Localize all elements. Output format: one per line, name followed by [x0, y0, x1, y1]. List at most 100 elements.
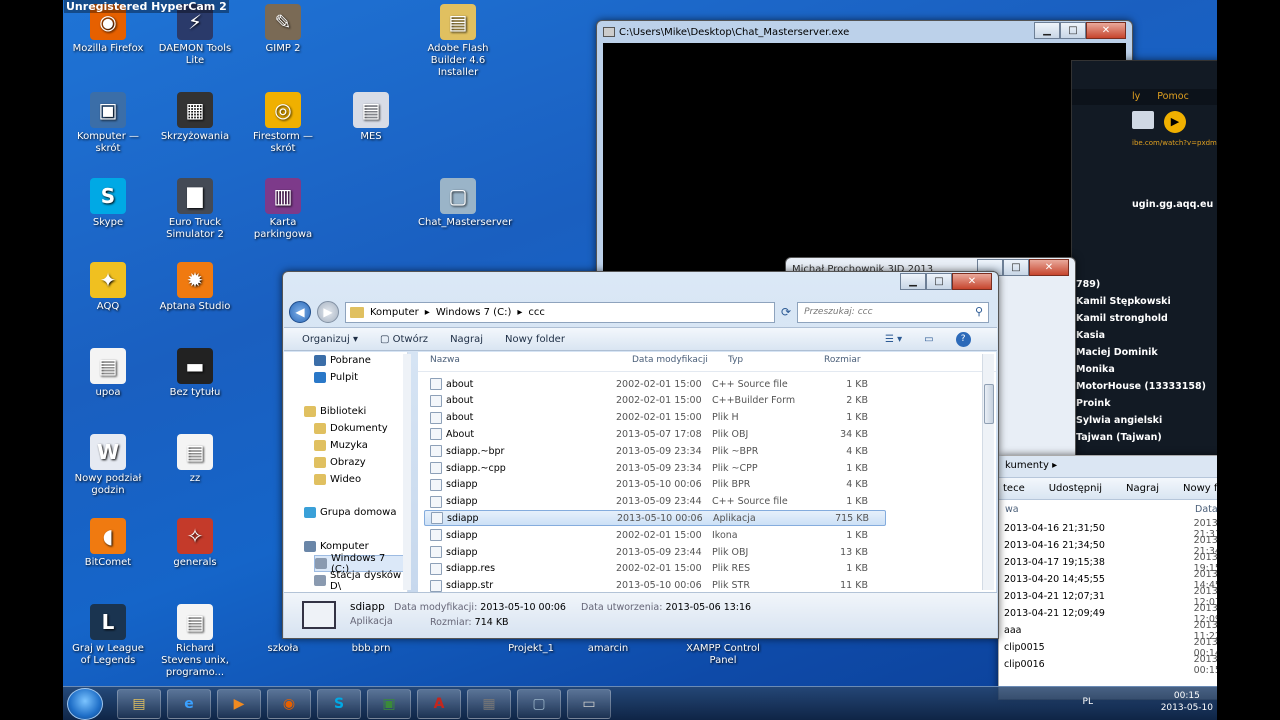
taskbar-app-firefox[interactable]: ◉: [267, 688, 311, 719]
breadcrumb-drive[interactable]: Windows 7 (C:): [436, 307, 512, 318]
contact-item[interactable]: Kamil Stępkowski: [1072, 293, 1217, 310]
messenger-window[interactable]: ly Pomoc ▶ ibe.com/watch?v=pxdmB9vUaAg u…: [1071, 60, 1217, 470]
desktop-icon[interactable]: ▣ Komputer — skrót: [68, 92, 148, 155]
desktop-icon[interactable]: S Skype: [68, 178, 148, 229]
contact-item[interactable]: Proink: [1072, 395, 1217, 412]
document-row[interactable]: clip0016 2013-05-10 00:15: [999, 654, 1217, 676]
taskbar-app-internet-explorer[interactable]: e: [167, 688, 211, 719]
desktop-icon[interactable]: ✦ AQQ: [68, 262, 148, 313]
explorer-window[interactable]: ▁ □ ✕ ◀ ▶ Komputer ▸ Windows 7 (C:) ▸ ccc …: [282, 271, 999, 639]
toolbar-library[interactable]: tece: [1003, 483, 1025, 499]
document-row[interactable]: aaa2013-02-24 11:22: [999, 620, 1217, 642]
file-row[interactable]: about 2002-02-01 15:00 C++Builder Form 2 KB: [424, 393, 886, 409]
clock-date[interactable]: 2013-05-10: [1161, 702, 1213, 714]
contact-item[interactable]: 789): [1072, 276, 1217, 293]
file-row[interactable]: about 2002-02-01 15:00 C++ Source file 1 KB: [424, 376, 886, 392]
taskbar-app-media-player[interactable]: ▶: [217, 688, 261, 719]
preview-pane-icon[interactable]: ▭: [924, 334, 933, 345]
nav-item[interactable]: Pobrane: [314, 352, 371, 369]
file-row[interactable]: sdiapp 2013-05-10 00:06 Aplikacja 715 KB: [424, 510, 886, 527]
desktop-icon[interactable]: ▦ Skrzyżowania: [155, 92, 235, 143]
contact-item[interactable]: Sylwia angielski: [1072, 412, 1217, 429]
document-row[interactable]: 2013-04-17 19;15;382013-04-17 19:15: [999, 552, 1217, 574]
desktop-icon[interactable]: ▤ upoa: [68, 348, 148, 399]
contact-item[interactable]: Maciej Dominik: [1072, 344, 1217, 361]
taskbar-app-explorer[interactable]: ▤: [117, 688, 161, 719]
document-row[interactable]: clip00152013-05-10 00:14: [999, 637, 1217, 659]
nav-item[interactable]: Obrazy: [314, 454, 366, 471]
contact-item[interactable]: Tajwan (Tajwan): [1072, 429, 1217, 446]
nav-item[interactable]: Dokumenty: [314, 420, 388, 437]
minimize-button[interactable]: ▁: [900, 273, 926, 290]
file-row[interactable]: sdiapp.res 2002-02-01 15:00 Plik RES 1 KB: [424, 561, 886, 577]
taskbar-app-console[interactable]: ▭: [567, 688, 611, 719]
console-output[interactable]: [603, 43, 1126, 285]
taskbar-app-chat-masterserver[interactable]: ▢: [517, 688, 561, 719]
document-row[interactable]: 2013-04-16 21;34;502013-04-16 21:34: [999, 535, 1217, 557]
file-row[interactable]: About 2013-05-07 17:08 Plik OBJ 34 KB: [424, 426, 886, 442]
contact-item[interactable]: Monika: [1072, 361, 1217, 378]
file-row[interactable]: sdiapp 2013-05-09 23:44 Plik OBJ 13 KB: [424, 544, 886, 560]
document-row[interactable]: 2013-04-21 12;07;312013-04-21 12:07: [999, 586, 1217, 608]
contact-item[interactable]: Kamil stronghold: [1072, 310, 1217, 327]
play-icon[interactable]: ▶: [1164, 111, 1186, 133]
mail-icon[interactable]: [1132, 111, 1154, 129]
desktop-icon[interactable]: ▬ Bez tytułu: [155, 348, 235, 399]
file-row[interactable]: sdiapp.~cpp 2013-05-09 23:34 Plik ~CPP 1 KB: [424, 460, 886, 476]
desktop-icon[interactable]: L Graj w League of Legends: [68, 604, 148, 667]
language-indicator[interactable]: PL: [1083, 696, 1093, 708]
search-input[interactable]: Przeszukaj: ccc ⚲: [797, 301, 990, 323]
col-name[interactable]: wa: [1005, 504, 1195, 520]
console-window[interactable]: C:\Users\Mike\Desktop\Chat_Masterserver.…: [596, 20, 1133, 290]
nav-item[interactable]: Wideo: [314, 471, 361, 488]
toolbar-burn[interactable]: Nagraj: [1126, 483, 1159, 499]
close-button[interactable]: ✕: [1086, 22, 1126, 39]
contact-item[interactable]: Kasia: [1072, 327, 1217, 344]
close-button[interactable]: ✕: [1029, 259, 1069, 276]
help-icon[interactable]: ?: [955, 331, 971, 347]
start-button[interactable]: [67, 687, 103, 720]
back-button[interactable]: ◀: [289, 301, 311, 323]
col-modified[interactable]: Data modyfikacji: [626, 352, 722, 371]
scroll-thumb[interactable]: [984, 384, 994, 424]
view-options-icon[interactable]: ☰ ▾: [885, 334, 902, 345]
breadcrumb-computer[interactable]: Komputer: [370, 307, 419, 318]
document-row[interactable]: 2013-04-21 12;09;492013-04-21 12:09: [999, 603, 1217, 625]
taskbar-app-app[interactable]: ▣: [367, 688, 411, 719]
desktop-icon[interactable]: ▤ Richard Stevens unix, programo...: [155, 604, 235, 679]
taskbar-app-app2[interactable]: ▦: [467, 688, 511, 719]
desktop-icon[interactable]: ▤ zz: [155, 434, 235, 485]
minimize-button[interactable]: ▁: [1034, 22, 1060, 39]
documents-addressbar[interactable]: kumenty ▸: [999, 456, 1217, 478]
nav-item[interactable]: Pulpit: [314, 369, 358, 386]
desktop-icon[interactable]: ◖ BitComet: [68, 518, 148, 569]
clock-time[interactable]: 00:15: [1161, 690, 1213, 702]
new-folder-button[interactable]: Nowy folder: [505, 334, 565, 345]
forward-button[interactable]: ▶: [317, 301, 339, 323]
file-row[interactable]: sdiapp.str 2013-05-10 00:06 Plik STR 11 KB: [424, 578, 886, 592]
desktop-icon[interactable]: ▢ Chat_Masterserver: [418, 178, 512, 229]
documents-explorer-window[interactable]: kumenty ▸ tece Udostępnij Nagraj Nowy fo…: [998, 455, 1217, 700]
nav-item[interactable]: Muzyka: [314, 437, 368, 454]
breadcrumb-documents[interactable]: kumenty: [1005, 460, 1049, 471]
toolbar-new-folder[interactable]: Nowy folder: [1183, 483, 1217, 499]
desktop-icon[interactable]: ✎ GIMP 2: [243, 4, 323, 55]
address-bar[interactable]: Komputer ▸ Windows 7 (C:) ▸ ccc: [345, 301, 775, 323]
menu-item-help[interactable]: Pomoc: [1157, 91, 1189, 102]
desktop-icon[interactable]: ▥ Karta parkingowa: [243, 178, 323, 241]
document-row[interactable]: 2013-04-16 21;31;502013-04-16 21:31: [999, 518, 1217, 540]
col-name[interactable]: Nazwa: [418, 352, 626, 371]
nav-item[interactable]: Stacja dysków D\: [314, 570, 407, 592]
contact-item[interactable]: MotorHouse (13333158): [1072, 378, 1217, 395]
file-list-scrollbar[interactable]: [982, 354, 994, 590]
desktop-icon[interactable]: ⚡ DAEMON Tools Lite: [155, 4, 235, 67]
file-row[interactable]: sdiapp 2002-02-01 15:00 Ikona 1 KB: [424, 527, 886, 543]
taskbar-app-skype[interactable]: S: [317, 688, 361, 719]
refresh-icon[interactable]: ⟳: [781, 305, 791, 319]
file-row[interactable]: sdiapp 2013-05-10 00:06 Plik BPR 4 KB: [424, 477, 886, 493]
col-size[interactable]: Rozmiar: [818, 352, 878, 371]
file-row[interactable]: sdiapp.~bpr 2013-05-09 23:34 Plik ~BPR 4 KB: [424, 443, 886, 459]
desktop-icon[interactable]: ▇ Euro Truck Simulator 2: [155, 178, 235, 241]
desktop-icon[interactable]: ▤ MES: [331, 92, 411, 143]
maximize-button[interactable]: □: [1003, 259, 1029, 276]
